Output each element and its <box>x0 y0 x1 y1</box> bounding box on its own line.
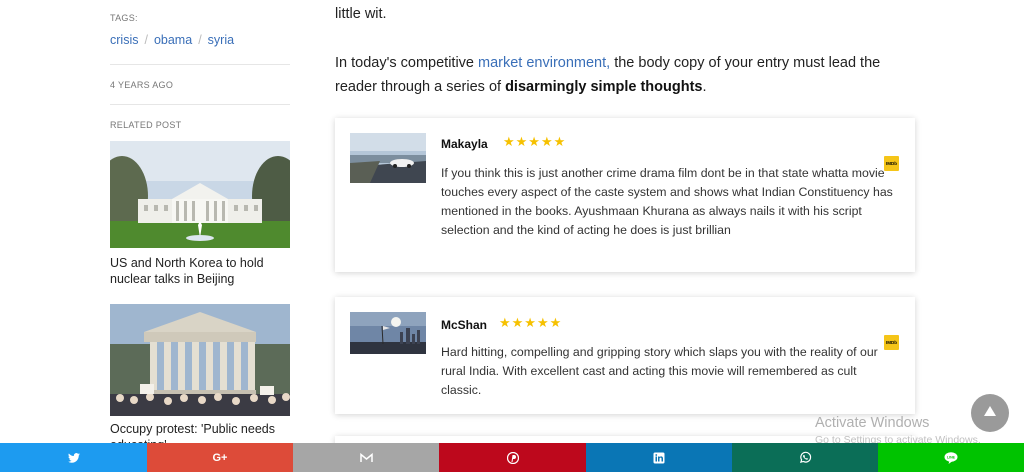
review-text: If you think this is just another crime … <box>441 166 893 237</box>
share-bar: G+ LINE <box>0 443 1024 472</box>
line-icon: LINE <box>944 451 958 464</box>
page: TAGS: crisis / obama / syria 4 YEARS AGO REL… <box>0 0 1024 472</box>
google-plus-icon: G+ <box>212 451 228 464</box>
review-text: Hard hitting, compelling and gripping st… <box>441 345 878 397</box>
tag-obama[interactable]: obama <box>154 33 192 47</box>
tag-crisis[interactable]: crisis <box>110 33 138 47</box>
post-age: 4 YEARS AGO <box>110 80 174 90</box>
reviewer-name: Makayla <box>441 137 488 151</box>
share-whatsapp-button[interactable] <box>732 443 878 472</box>
tag-separator: / <box>198 33 202 47</box>
review-image <box>350 312 426 354</box>
article-text-line: little wit. <box>335 6 387 22</box>
twitter-icon <box>67 452 80 463</box>
review-image <box>350 133 426 183</box>
pinterest-icon <box>506 451 519 464</box>
share-linkedin-button[interactable] <box>586 443 732 472</box>
review-card: McShan ★★★★★ IMDb Hard hitting, compelli… <box>335 297 915 414</box>
tags-label: TAGS: <box>110 13 138 23</box>
article-paragraph: In today's competitive market environmen… <box>335 51 915 99</box>
tag-separator: / <box>144 33 148 47</box>
review-card: Makayla ★★★★★ IMDb If you think this is … <box>335 118 915 272</box>
divider <box>110 64 290 65</box>
activate-windows-title: Activate Windows <box>815 415 930 431</box>
related-post-title[interactable]: US and North Korea to hold nuclear talks… <box>110 255 290 287</box>
related-post-label: RELATED POST <box>110 120 182 130</box>
linkedin-icon <box>653 452 665 463</box>
tag-list: crisis / obama / syria <box>110 33 234 47</box>
share-twitter-button[interactable] <box>0 443 147 472</box>
share-email-button[interactable] <box>293 443 439 472</box>
back-to-top-button[interactable] <box>971 394 1009 432</box>
divider <box>110 104 290 105</box>
paragraph-text: . <box>702 79 707 95</box>
tag-syria[interactable]: syria <box>208 33 234 47</box>
svg-text:LINE: LINE <box>947 455 956 459</box>
paragraph-text: In today's competitive <box>335 55 479 71</box>
related-post-image-court[interactable] <box>110 304 290 416</box>
whatsapp-icon <box>799 451 811 463</box>
share-line-button[interactable]: LINE <box>878 443 1024 472</box>
paragraph-bold-text: disarmingly simple thoughts <box>505 79 703 95</box>
share-pinterest-button[interactable] <box>439 443 586 472</box>
mail-icon <box>359 452 373 462</box>
star-rating: ★★★★★ <box>503 134 567 149</box>
market-environment-link[interactable]: market environment, <box>478 55 610 71</box>
share-googleplus-button[interactable]: G+ <box>147 443 293 472</box>
reviewer-name: McShan <box>441 318 488 332</box>
star-rating: ★★★★★ <box>499 315 563 330</box>
related-post-image-white-house[interactable] <box>110 141 290 248</box>
